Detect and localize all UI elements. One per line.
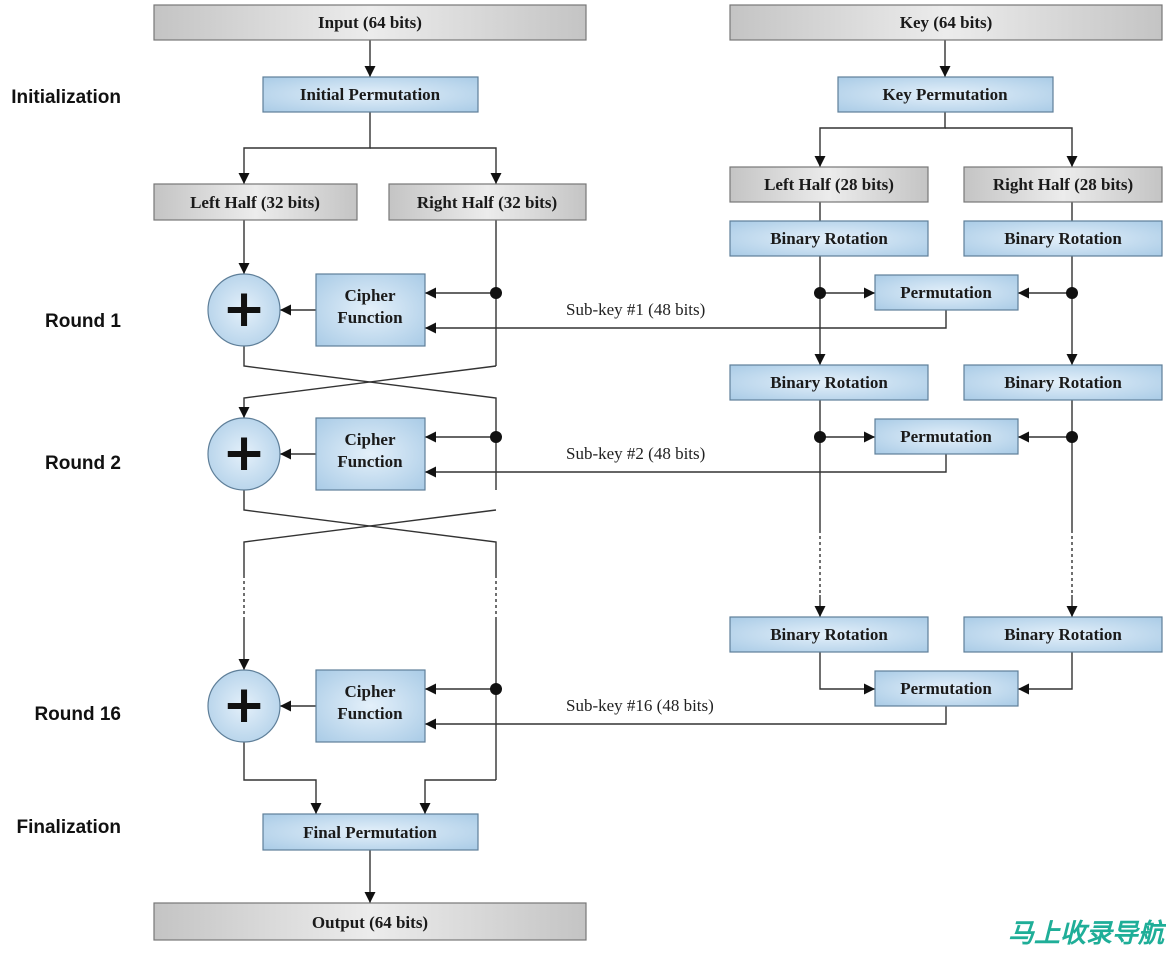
- key-permutation-box: Key Permutation: [837, 76, 1054, 113]
- svg-text:Function: Function: [337, 704, 403, 723]
- stage-label-initialization: Initialization: [11, 87, 121, 108]
- stage-label-round-1: Round 1: [45, 311, 121, 332]
- subkey-1-label: Sub-key #1 (48 bits): [566, 300, 705, 319]
- svg-text:Input (64 bits): Input (64 bits): [318, 13, 422, 32]
- svg-text:Permutation: Permutation: [900, 427, 992, 446]
- svg-text:Key (64 bits): Key (64 bits): [900, 13, 993, 32]
- svg-text:Left Half (32 bits): Left Half (32 bits): [190, 193, 320, 212]
- svg-text:Binary Rotation: Binary Rotation: [1004, 373, 1122, 392]
- key-round-1: Binary Rotation Binary Rotation Permutat…: [729, 220, 1163, 311]
- svg-text:Binary Rotation: Binary Rotation: [770, 625, 888, 644]
- key-round-16: Binary Rotation Binary Rotation Permutat…: [729, 616, 1163, 707]
- round-16: + Cipher Function: [207, 669, 426, 743]
- svg-text:+: +: [222, 675, 266, 735]
- round-2: + Cipher Function: [207, 417, 426, 491]
- svg-text:Final Permutation: Final Permutation: [303, 823, 437, 842]
- svg-text:+: +: [222, 423, 266, 483]
- svg-text:Cipher: Cipher: [345, 430, 396, 449]
- svg-text:Key Permutation: Key Permutation: [882, 85, 1008, 104]
- svg-text:Cipher: Cipher: [345, 286, 396, 305]
- stage-label-finalization: Finalization: [17, 817, 122, 838]
- key-box: Key (64 bits): [729, 4, 1163, 41]
- svg-text:Function: Function: [337, 452, 403, 471]
- svg-text:Binary Rotation: Binary Rotation: [770, 373, 888, 392]
- svg-text:Initial Permutation: Initial Permutation: [300, 85, 441, 104]
- final-permutation-box: Final Permutation: [262, 813, 479, 851]
- svg-text:Right Half (32 bits): Right Half (32 bits): [417, 193, 557, 212]
- stage-label-round-16: Round 16: [34, 704, 121, 725]
- svg-text:+: +: [222, 279, 266, 339]
- round-1: + Cipher Function: [207, 273, 426, 347]
- svg-text:Output (64 bits): Output (64 bits): [312, 913, 428, 932]
- left-half-32-box: Left Half (32 bits): [153, 183, 358, 221]
- svg-text:Function: Function: [337, 308, 403, 327]
- right-half-32-box: Right Half (32 bits): [388, 183, 587, 221]
- left-half-28-box: Left Half (28 bits): [729, 166, 929, 203]
- svg-text:Right Half (28 bits): Right Half (28 bits): [993, 175, 1133, 194]
- subkey-2-label: Sub-key #2 (48 bits): [566, 444, 705, 463]
- svg-text:Permutation: Permutation: [900, 283, 992, 302]
- svg-text:Left Half (28 bits): Left Half (28 bits): [764, 175, 894, 194]
- des-diagram: Initialization Round 1 Round 2 Round 16 …: [11, 4, 1166, 949]
- svg-text:Binary Rotation: Binary Rotation: [770, 229, 888, 248]
- stage-label-round-2: Round 2: [45, 453, 121, 474]
- subkey-16-label: Sub-key #16 (48 bits): [566, 696, 714, 715]
- key-round-2: Binary Rotation Binary Rotation Permutat…: [729, 364, 1163, 455]
- svg-text:Binary Rotation: Binary Rotation: [1004, 625, 1122, 644]
- svg-text:Permutation: Permutation: [900, 679, 992, 698]
- output-box: Output (64 bits): [153, 902, 587, 941]
- svg-text:Cipher: Cipher: [345, 682, 396, 701]
- initial-permutation-box: Initial Permutation: [262, 76, 479, 113]
- right-half-28-box: Right Half (28 bits): [963, 166, 1163, 203]
- watermark-logo: 马上收录导航: [1008, 919, 1166, 949]
- svg-text:Binary Rotation: Binary Rotation: [1004, 229, 1122, 248]
- input-box: Input (64 bits): [153, 4, 587, 41]
